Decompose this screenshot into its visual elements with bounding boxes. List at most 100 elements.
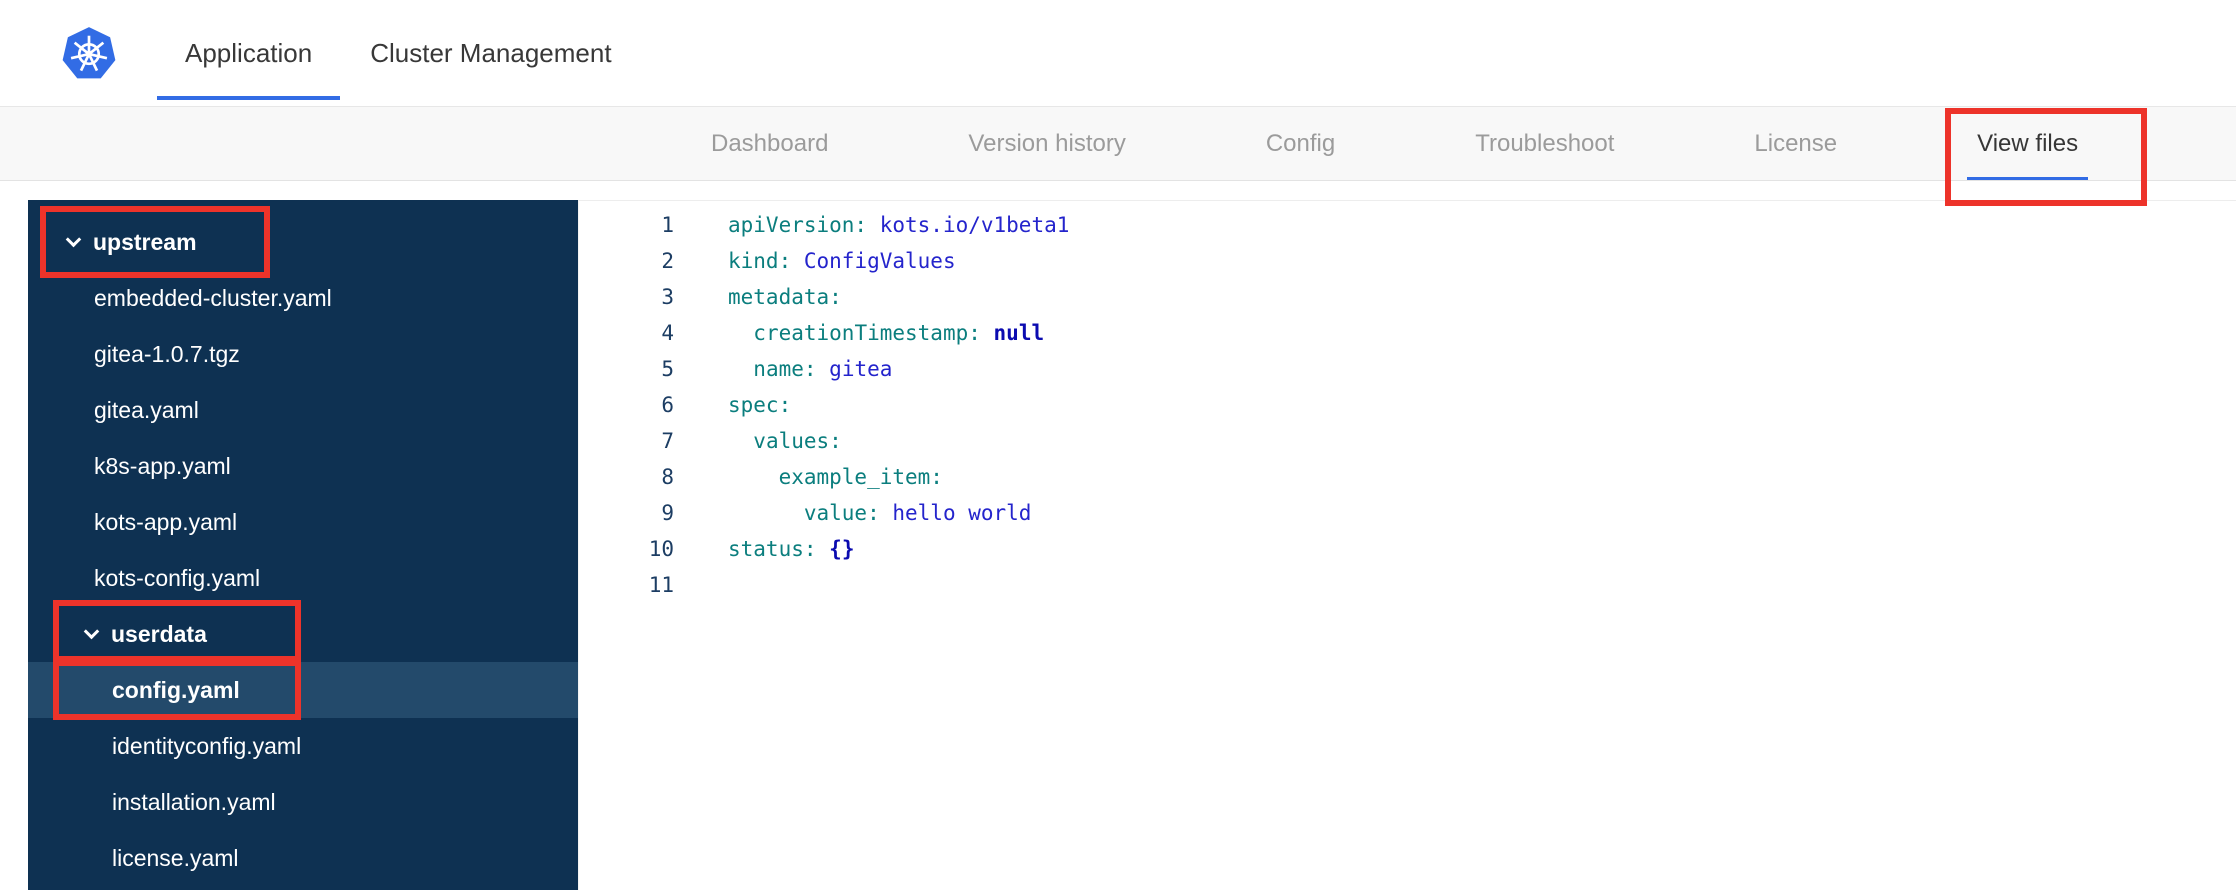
token-atom: {} — [829, 537, 855, 561]
tree-folder-upstream[interactable]: upstream — [28, 214, 578, 270]
token-key: values: — [753, 429, 842, 453]
code-line: 9 value: hello world — [579, 495, 2236, 531]
line-content: example_item: — [728, 459, 943, 495]
line-number: 2 — [661, 249, 674, 273]
token-key: name: — [753, 357, 817, 381]
subnav-item-dashboard[interactable]: Dashboard — [701, 107, 838, 180]
tree-file-config-yaml[interactable]: config.yaml — [28, 662, 578, 718]
subnav-item-view-files[interactable]: View files — [1967, 107, 2089, 180]
tree-item-label: upstream — [93, 228, 197, 255]
subnav-item-version-history[interactable]: Version history — [958, 107, 1135, 180]
tree-file-identityconfig-yaml[interactable]: identityconfig.yaml — [28, 718, 578, 774]
line-content: metadata: — [728, 279, 842, 315]
line-content: creationTimestamp: null — [728, 315, 1044, 351]
line-number: 9 — [661, 501, 674, 525]
top-tabs: Application Cluster Management — [157, 0, 640, 106]
token-value: hello world — [892, 501, 1032, 525]
token-key: status: — [728, 537, 817, 561]
top-header: Application Cluster Management — [0, 0, 2236, 107]
token-key: value: — [803, 501, 880, 525]
tree-file-license-yaml[interactable]: license.yaml — [28, 830, 578, 886]
line-content: kind: ConfigValues — [728, 243, 956, 279]
top-tab-application[interactable]: Application — [157, 0, 341, 106]
token-value: ConfigValues — [803, 249, 956, 273]
tree-file-kots-app-yaml[interactable]: kots-app.yaml — [28, 494, 578, 550]
line-number: 8 — [661, 465, 674, 489]
subnav-item-config[interactable]: Config — [1256, 107, 1345, 180]
tree-file-kots-config-yaml[interactable]: kots-config.yaml — [28, 550, 578, 606]
line-number: 10 — [648, 537, 674, 561]
code-line: 11 — [579, 567, 2236, 603]
tree-file-gitea-1-0-7-tgz[interactable]: gitea-1.0.7.tgz — [28, 326, 578, 382]
line-number: 5 — [661, 357, 674, 381]
line-content: values: — [728, 423, 842, 459]
line-number: 3 — [661, 285, 674, 309]
tree-item-label: k8s-app.yaml — [94, 452, 231, 479]
line-content: spec: — [728, 387, 791, 423]
code-line: 3 metadata: — [579, 279, 2236, 315]
code-line: 5 name: gitea — [579, 351, 2236, 387]
tree-file-gitea-yaml[interactable]: gitea.yaml — [28, 382, 578, 438]
code-line: 10 status: {} — [579, 531, 2236, 567]
token-key: example_item: — [778, 465, 943, 489]
code-line: 7 values: — [579, 423, 2236, 459]
tree-item-label: license.yaml — [112, 844, 239, 871]
code-line: 6 spec: — [579, 387, 2236, 423]
token-value: kots.io/v1beta1 — [879, 213, 1070, 237]
tree-file-k8s-app-yaml[interactable]: k8s-app.yaml — [28, 438, 578, 494]
tree-item-label: userdata — [111, 620, 207, 647]
subnav-item-troubleshoot[interactable]: Troubleshoot — [1465, 107, 1624, 180]
code-line: 1 apiVersion: kots.io/v1beta1 — [579, 207, 2236, 243]
line-number: 6 — [661, 393, 674, 417]
code-view[interactable]: 1 apiVersion: kots.io/v1beta1 2 kind: Confi… — [579, 207, 2236, 603]
tree-item-label: config.yaml — [112, 676, 240, 703]
tree-item-label: kots-config.yaml — [94, 564, 261, 591]
kubernetes-logo-icon — [62, 26, 116, 80]
token-key: spec: — [728, 393, 792, 417]
token-key: kind: — [728, 249, 792, 273]
chevron-down-icon — [65, 231, 82, 247]
line-number: 11 — [648, 573, 674, 597]
tree-file-installation-yaml[interactable]: installation.yaml — [28, 774, 578, 830]
file-tree-sidebar: upstream embedded-cluster.yaml gitea-1.0.7… — [28, 200, 578, 890]
code-line: 2 kind: ConfigValues — [579, 243, 2236, 279]
tree-folder-userdata[interactable]: userdata — [28, 606, 578, 662]
tree-item-label: gitea-1.0.7.tgz — [94, 340, 240, 367]
token-key: creationTimestamp: — [753, 321, 981, 345]
line-number: 1 — [661, 213, 674, 237]
chevron-down-icon — [83, 623, 100, 639]
line-content: apiVersion: kots.io/v1beta1 — [728, 207, 1069, 243]
tree-item-label: gitea.yaml — [94, 396, 199, 423]
top-tab-cluster-management[interactable]: Cluster Management — [342, 0, 639, 106]
subnav-item-license[interactable]: License — [1744, 107, 1847, 180]
line-content: status: {} — [728, 531, 854, 567]
token-value: gitea — [829, 357, 893, 381]
tree-file-embedded-cluster-yaml[interactable]: embedded-cluster.yaml — [28, 270, 578, 326]
tree-item-label: kots-app.yaml — [94, 508, 238, 535]
code-line: 4 creationTimestamp: null — [579, 315, 2236, 351]
token-key: apiVersion: — [728, 213, 868, 237]
line-number: 7 — [661, 429, 674, 453]
token-key: metadata: — [728, 285, 842, 309]
line-number: 4 — [661, 321, 674, 345]
token-atom: null — [993, 321, 1045, 345]
line-content: name: gitea — [728, 351, 892, 387]
app-subnav: Dashboard Version history Config Troublesho… — [0, 107, 2236, 181]
tree-item-label: installation.yaml — [112, 788, 276, 815]
tree-item-label: identityconfig.yaml — [112, 732, 302, 759]
file-editor: 1 apiVersion: kots.io/v1beta1 2 kind: Confi… — [578, 200, 2236, 890]
line-content: value: hello world — [728, 495, 1032, 531]
code-line: 8 example_item: — [579, 459, 2236, 495]
tree-item-label: embedded-cluster.yaml — [94, 284, 332, 311]
